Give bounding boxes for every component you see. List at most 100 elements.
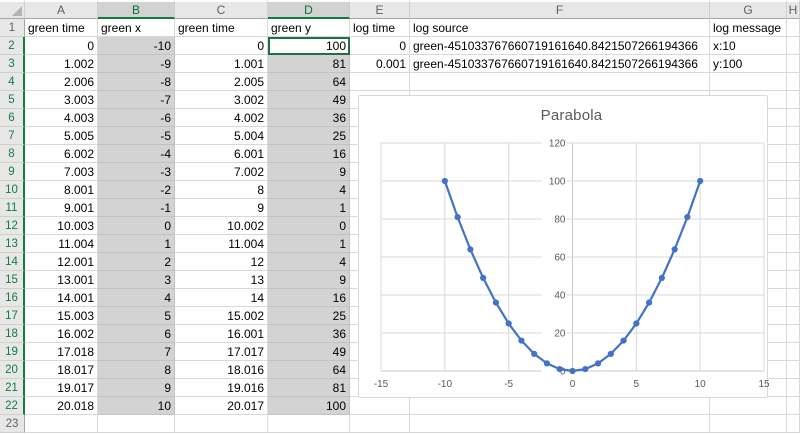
cell-H19[interactable]	[787, 343, 800, 361]
cell-B23[interactable]	[98, 415, 175, 433]
cell-B18[interactable]: 6	[98, 325, 175, 343]
cell-D15[interactable]: 9	[268, 271, 350, 289]
cell-C15[interactable]: 13	[175, 271, 268, 289]
cell-H1[interactable]	[787, 19, 800, 37]
cell-C20[interactable]: 18.016	[175, 361, 268, 379]
cell-D10[interactable]: 4	[268, 181, 350, 199]
row-header-18[interactable]: 18	[0, 325, 25, 343]
cell-G23[interactable]	[710, 415, 787, 433]
cell-F3[interactable]: green-451033767660719161640.842150726619…	[410, 55, 710, 73]
cell-B6[interactable]: -6	[98, 109, 175, 127]
cell-A11[interactable]: 9.001	[25, 199, 98, 217]
cell-C10[interactable]: 8	[175, 181, 268, 199]
cell-A20[interactable]: 18.017	[25, 361, 98, 379]
cell-H2[interactable]	[787, 37, 800, 55]
cell-A19[interactable]: 17.018	[25, 343, 98, 361]
cell-D16[interactable]: 16	[268, 289, 350, 307]
row-header-20[interactable]: 20	[0, 361, 25, 379]
column-header-A[interactable]: A	[25, 0, 98, 19]
row-header-23[interactable]: 23	[0, 415, 25, 433]
cell-A7[interactable]: 5.005	[25, 127, 98, 145]
cell-H6[interactable]	[787, 109, 800, 127]
column-header-H[interactable]: H	[787, 0, 800, 19]
cell-H3[interactable]	[787, 55, 800, 73]
cell-D19[interactable]: 49	[268, 343, 350, 361]
cell-C6[interactable]: 4.002	[175, 109, 268, 127]
cell-A5[interactable]: 3.003	[25, 91, 98, 109]
cell-E4[interactable]	[350, 73, 410, 91]
cell-H10[interactable]	[787, 181, 800, 199]
row-header-16[interactable]: 16	[0, 289, 25, 307]
cell-A12[interactable]: 10.003	[25, 217, 98, 235]
select-all-corner[interactable]	[0, 0, 25, 19]
cell-D5[interactable]: 49	[268, 91, 350, 109]
cell-A3[interactable]: 1.002	[25, 55, 98, 73]
cell-D11[interactable]: 1	[268, 199, 350, 217]
cell-D3[interactable]: 81	[268, 55, 350, 73]
cell-A4[interactable]: 2.006	[25, 73, 98, 91]
row-header-12[interactable]: 12	[0, 217, 25, 235]
cell-H23[interactable]	[787, 415, 800, 433]
cell-G22[interactable]	[710, 397, 787, 415]
row-header-22[interactable]: 22	[0, 397, 25, 415]
column-header-D[interactable]: D	[268, 0, 350, 19]
row-header-19[interactable]: 19	[0, 343, 25, 361]
cell-H14[interactable]	[787, 253, 800, 271]
cell-B17[interactable]: 5	[98, 307, 175, 325]
cell-G1[interactable]: log message	[710, 19, 787, 37]
row-header-14[interactable]: 14	[0, 253, 25, 271]
cell-D4[interactable]: 64	[268, 73, 350, 91]
cell-A23[interactable]	[25, 415, 98, 433]
cell-A10[interactable]: 8.001	[25, 181, 98, 199]
cell-C5[interactable]: 3.002	[175, 91, 268, 109]
cell-F23[interactable]	[410, 415, 710, 433]
cell-A17[interactable]: 15.003	[25, 307, 98, 325]
cell-C22[interactable]: 20.017	[175, 397, 268, 415]
row-header-17[interactable]: 17	[0, 307, 25, 325]
cell-D18[interactable]: 36	[268, 325, 350, 343]
column-header-B[interactable]: B	[98, 0, 175, 19]
cell-C2[interactable]: 0	[175, 37, 268, 55]
row-header-6[interactable]: 6	[0, 109, 25, 127]
column-header-G[interactable]: G	[710, 0, 787, 19]
column-header-F[interactable]: F	[410, 0, 710, 19]
cell-H17[interactable]	[787, 307, 800, 325]
cell-B19[interactable]: 7	[98, 343, 175, 361]
cell-E22[interactable]	[350, 397, 410, 415]
cell-C11[interactable]: 9	[175, 199, 268, 217]
row-header-11[interactable]: 11	[0, 199, 25, 217]
cell-D20[interactable]: 64	[268, 361, 350, 379]
cell-E23[interactable]	[350, 415, 410, 433]
cell-H8[interactable]	[787, 145, 800, 163]
cell-A9[interactable]: 7.003	[25, 163, 98, 181]
cell-B3[interactable]: -9	[98, 55, 175, 73]
cell-A1[interactable]: green time	[25, 19, 98, 37]
cell-B16[interactable]: 4	[98, 289, 175, 307]
row-header-5[interactable]: 5	[0, 91, 25, 109]
cell-A18[interactable]: 16.002	[25, 325, 98, 343]
cell-A2[interactable]: 0	[25, 37, 98, 55]
cell-H5[interactable]	[787, 91, 800, 109]
cell-C3[interactable]: 1.001	[175, 55, 268, 73]
cell-B12[interactable]: 0	[98, 217, 175, 235]
cell-C7[interactable]: 5.004	[175, 127, 268, 145]
cell-C16[interactable]: 14	[175, 289, 268, 307]
cell-D17[interactable]: 25	[268, 307, 350, 325]
cell-D12[interactable]: 0	[268, 217, 350, 235]
cell-C1[interactable]: green time	[175, 19, 268, 37]
row-header-7[interactable]: 7	[0, 127, 25, 145]
cell-B15[interactable]: 3	[98, 271, 175, 289]
cell-B7[interactable]: -5	[98, 127, 175, 145]
cell-A22[interactable]: 20.018	[25, 397, 98, 415]
cell-B13[interactable]: 1	[98, 235, 175, 253]
cell-E3[interactable]: 0.001	[350, 55, 410, 73]
cell-H11[interactable]	[787, 199, 800, 217]
cell-H4[interactable]	[787, 73, 800, 91]
cell-C17[interactable]: 15.002	[175, 307, 268, 325]
cell-B2[interactable]: -10	[98, 37, 175, 55]
cell-D14[interactable]: 4	[268, 253, 350, 271]
cell-A16[interactable]: 14.001	[25, 289, 98, 307]
cell-H21[interactable]	[787, 379, 800, 397]
cell-D23[interactable]	[268, 415, 350, 433]
cell-C18[interactable]: 16.001	[175, 325, 268, 343]
